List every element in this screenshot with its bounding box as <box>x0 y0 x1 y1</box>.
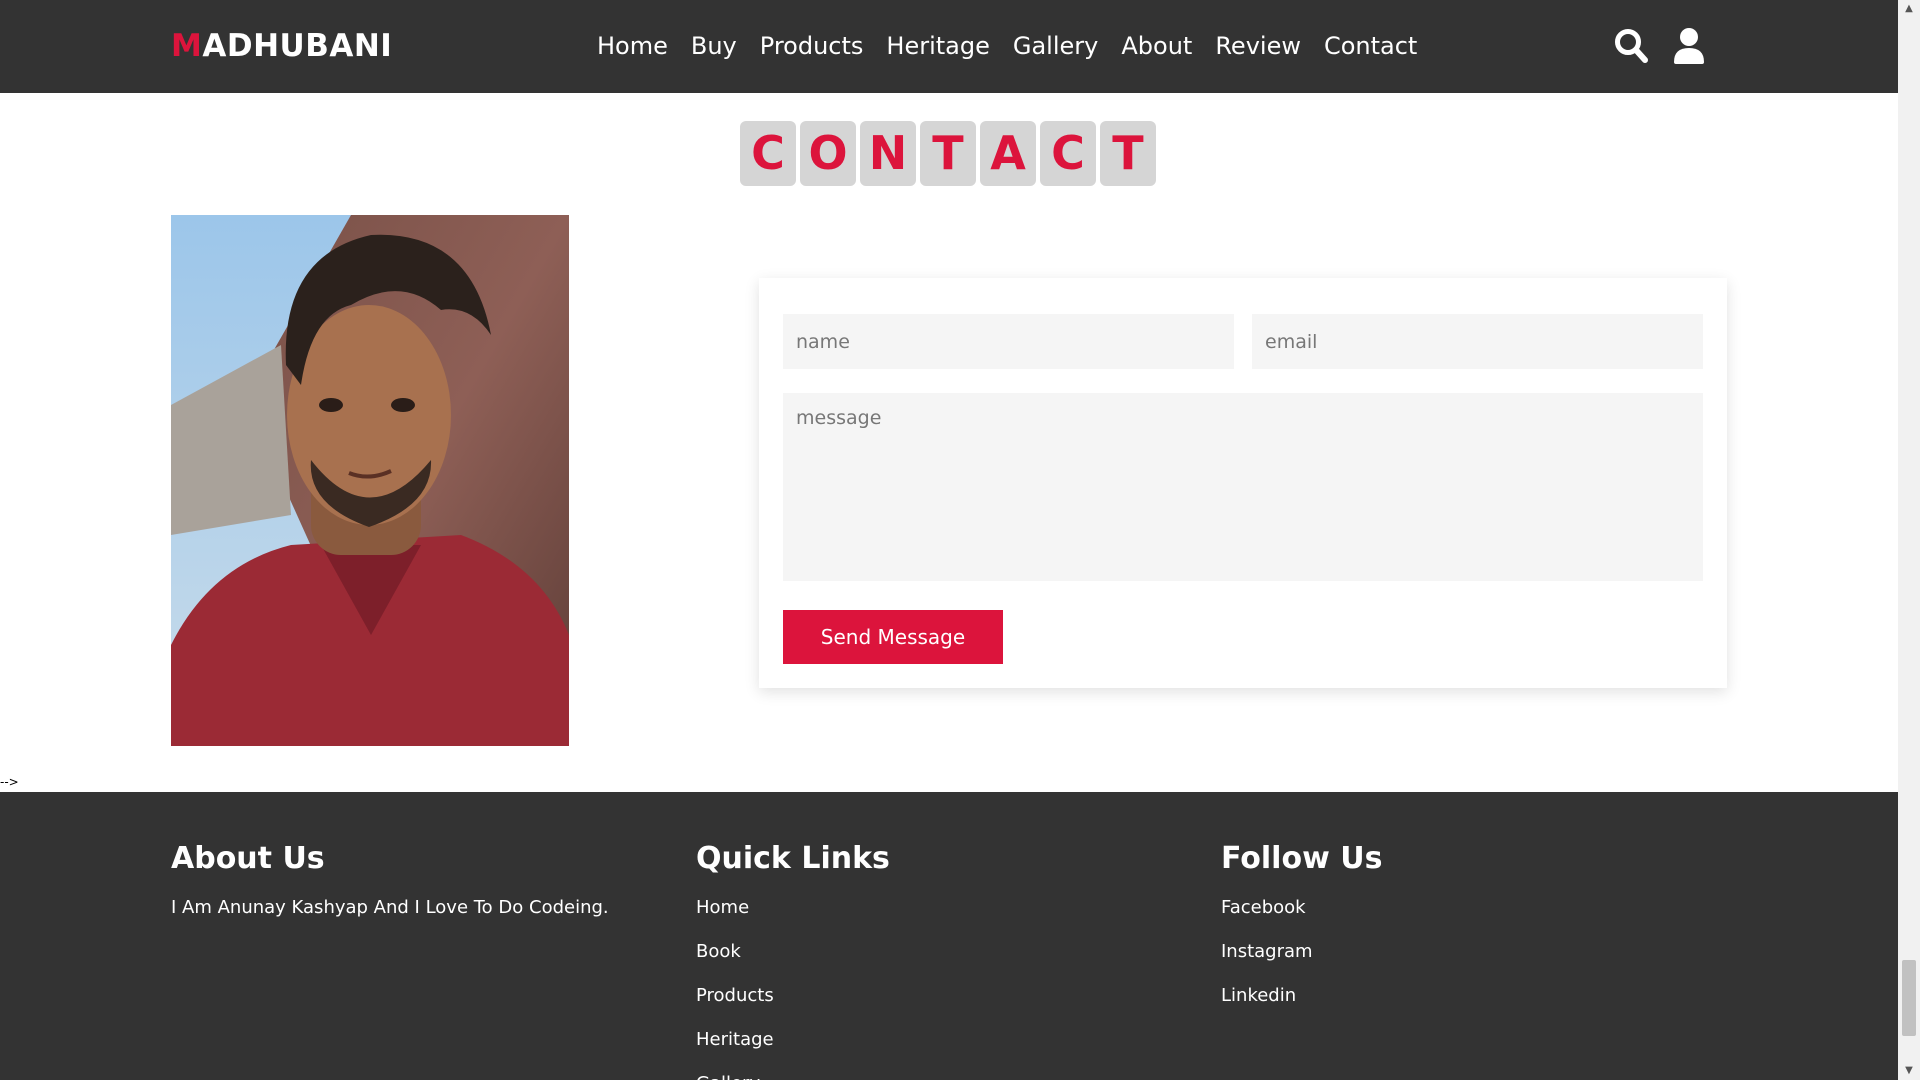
scroll-down-arrow-icon[interactable]: ▼ <box>1898 1062 1920 1080</box>
footer-link-facebook[interactable]: Facebook <box>1221 895 1382 921</box>
contact-heading: C O N T A C T <box>740 121 1156 186</box>
footer-link-linkedin[interactable]: Linkedin <box>1221 983 1382 1009</box>
email-field[interactable] <box>1252 314 1703 369</box>
heading-letter: A <box>980 121 1036 186</box>
nav-heritage[interactable]: Heritage <box>886 28 989 64</box>
footer-about: About Us I Am Anunay Kashyap And I Love … <box>171 839 609 921</box>
footer-link-products[interactable]: Products <box>696 983 890 1009</box>
heading-letter: C <box>1040 121 1096 186</box>
footer-link-book[interactable]: Book <box>696 939 890 965</box>
footer-link-instagram[interactable]: Instagram <box>1221 939 1382 965</box>
nav-home[interactable]: Home <box>597 28 668 64</box>
profile-photo <box>171 215 569 746</box>
name-field[interactable] <box>783 314 1234 369</box>
footer-heading: Follow Us <box>1221 841 1383 876</box>
footer-heading: About Us <box>171 841 325 876</box>
heading-letter: N <box>860 121 916 186</box>
main-nav: Home Buy Products Heritage Gallery About… <box>597 28 1417 64</box>
user-icon[interactable] <box>1671 27 1707 65</box>
heading-letter: T <box>1100 121 1156 186</box>
footer-link-home[interactable]: Home <box>696 895 890 921</box>
scrollbar-thumb[interactable] <box>1902 960 1916 1036</box>
heading-letter: C <box>740 121 796 186</box>
nav-buy[interactable]: Buy <box>691 28 737 64</box>
footer-follow: Follow Us Facebook Instagram Linkedin <box>1221 839 1382 1027</box>
contact-form: Send Message <box>759 278 1727 688</box>
message-field[interactable] <box>783 393 1703 581</box>
page-scrollbar[interactable]: ▲ ▼ <box>1898 0 1920 1080</box>
about-text: I Am Anunay Kashyap And I Love To Do Cod… <box>171 897 609 918</box>
nav-products[interactable]: Products <box>760 28 864 64</box>
heading-letter: O <box>800 121 856 186</box>
nav-contact[interactable]: Contact <box>1324 28 1417 64</box>
send-message-button[interactable]: Send Message <box>783 610 1003 664</box>
nav-about[interactable]: About <box>1121 28 1192 64</box>
footer-heading: Quick Links <box>696 841 890 876</box>
footer-link-heritage[interactable]: Heritage <box>696 1027 890 1053</box>
heading-letter: T <box>920 121 976 186</box>
site-header: MADHUBANI Home Buy Products Heritage Gal… <box>0 0 1898 93</box>
footer-link-gallery[interactable]: Gallery <box>696 1071 890 1080</box>
stray-text: --> <box>0 775 19 789</box>
logo-text: ADHUBANI <box>202 28 393 64</box>
site-logo[interactable]: MADHUBANI <box>171 26 392 66</box>
site-footer: About Us I Am Anunay Kashyap And I Love … <box>0 792 1898 1080</box>
nav-gallery[interactable]: Gallery <box>1013 28 1098 64</box>
logo-accent-letter: M <box>171 28 203 64</box>
scroll-up-arrow-icon[interactable]: ▲ <box>1898 0 1920 18</box>
nav-review[interactable]: Review <box>1215 28 1301 64</box>
search-icon[interactable] <box>1613 27 1649 65</box>
footer-quick-links: Quick Links Home Book Products Heritage … <box>696 839 890 1080</box>
